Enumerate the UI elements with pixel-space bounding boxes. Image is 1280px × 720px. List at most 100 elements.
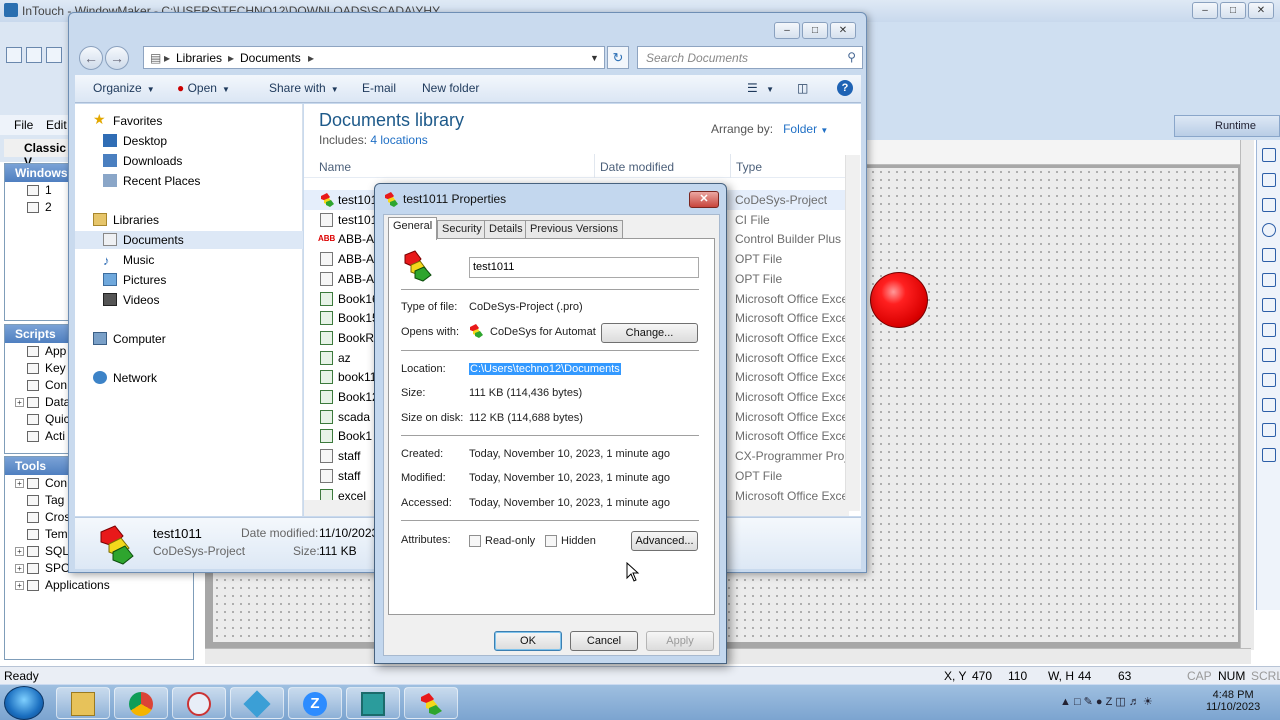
nav-favorites[interactable]: ★ Favorites [75, 111, 303, 130]
tab-previous-versions[interactable]: Previous Versions [525, 220, 624, 239]
button-tool-icon[interactable] [1261, 423, 1276, 437]
polygon-tool-icon[interactable] [1261, 323, 1276, 337]
hidden-checkbox[interactable] [545, 535, 557, 547]
expand-icon[interactable]: + [15, 398, 24, 407]
email-button[interactable]: E-mail [362, 81, 396, 95]
nav-computer[interactable]: Computer [75, 330, 303, 348]
tool-item[interactable]: + Applications [5, 577, 193, 594]
file-name-input[interactable]: test1011 [469, 257, 699, 278]
menu-file[interactable]: File [14, 118, 33, 132]
canvas-vertical-scrollbar[interactable] [1240, 140, 1254, 650]
clock[interactable]: 4:48 PM 11/10/2023 [1206, 689, 1260, 713]
new-folder-button[interactable]: New folder [422, 81, 479, 95]
menu-edit[interactable]: Edit [46, 118, 67, 132]
address-dropdown-icon[interactable]: ▼ [590, 53, 599, 63]
open-button[interactable]: ● Open ▼ [177, 81, 230, 95]
bitmap-tool-icon[interactable] [1261, 373, 1276, 387]
expand-icon[interactable]: + [15, 547, 24, 556]
ellipse-tool-icon[interactable] [1261, 223, 1276, 237]
forward-button[interactable]: → [105, 46, 129, 70]
start-button[interactable] [4, 686, 44, 720]
intouch-maximize-button[interactable]: □ [1220, 2, 1246, 19]
runtime-button[interactable]: Runtime [1174, 115, 1280, 137]
cancel-button[interactable]: Cancel [570, 631, 638, 651]
refresh-icon[interactable]: ↻ [607, 46, 629, 69]
column-type[interactable]: Type [736, 160, 762, 174]
folder-icon [71, 692, 95, 716]
line-tool-icon[interactable] [1261, 248, 1276, 262]
view-options-icon[interactable]: ☰ ▼ [747, 81, 774, 95]
hidden-label[interactable]: Hidden [561, 535, 596, 547]
clock-time: 4:48 PM [1212, 689, 1254, 701]
preview-pane-icon[interactable]: ◫ [797, 81, 808, 95]
rounded-rectangle-tool-icon[interactable] [1261, 198, 1276, 212]
readonly-label[interactable]: Read-only [485, 535, 535, 547]
size-on-disk-value: 112 KB (114,688 bytes) [469, 412, 583, 424]
tab-general[interactable]: General [388, 217, 438, 240]
classic-view-tab[interactable]: Classic V [4, 139, 68, 169]
explorer-minimize-button[interactable]: – [774, 22, 800, 39]
hv-line-tool-icon[interactable] [1261, 273, 1276, 287]
tool-icon [27, 512, 39, 523]
readonly-checkbox[interactable] [469, 535, 481, 547]
expand-icon[interactable]: + [15, 479, 24, 488]
open-window-icon[interactable] [26, 47, 42, 63]
nav-documents[interactable]: Documents [75, 231, 303, 249]
file-list-vertical-scrollbar[interactable] [845, 155, 860, 511]
advanced-button[interactable]: Advanced... [631, 531, 698, 551]
intouch-minimize-button[interactable]: – [1192, 2, 1218, 19]
system-tray[interactable]: ▲ □ ✎ ● Z ◫ ♬ ☀ [1060, 695, 1153, 708]
select-pointer-icon[interactable] [1261, 148, 1276, 162]
breadcrumb-documents[interactable]: Documents [240, 51, 301, 65]
properties-close-button[interactable]: ✕ [689, 191, 719, 208]
column-name[interactable]: Name [319, 160, 351, 174]
taskbar-windowmaker[interactable] [346, 687, 400, 719]
ok-button[interactable]: OK [494, 631, 562, 651]
tab-details[interactable]: Details [484, 220, 528, 239]
nav-videos[interactable]: Videos [75, 291, 303, 309]
change-button[interactable]: Change... [601, 323, 698, 343]
rectangle-tool-icon[interactable] [1261, 173, 1276, 187]
search-input[interactable]: Search Documents ⚲ [637, 46, 863, 69]
nav-network[interactable]: Network [75, 369, 303, 387]
trend-tool-icon[interactable] [1261, 398, 1276, 412]
nav-music[interactable]: ♪ Music [75, 251, 303, 269]
taskbar-intouch-manager[interactable] [230, 687, 284, 719]
taskbar-explorer[interactable] [56, 687, 110, 719]
nav-desktop[interactable]: Desktop [75, 132, 303, 150]
share-with-button[interactable]: Share with ▼ [269, 81, 339, 95]
nav-downloads[interactable]: Downloads [75, 152, 303, 170]
expand-icon[interactable]: + [15, 564, 24, 573]
explorer-close-button[interactable]: ✕ [830, 22, 856, 39]
taskbar-zoom[interactable]: Z [288, 687, 342, 719]
taskbar-codesys[interactable] [404, 687, 458, 719]
nav-pictures[interactable]: Pictures [75, 271, 303, 289]
tab-security[interactable]: Security [437, 220, 487, 239]
back-button[interactable]: ← [79, 46, 103, 70]
intouch-close-button[interactable]: ✕ [1248, 2, 1274, 19]
taskbar-chrome[interactable] [114, 687, 168, 719]
polyline-tool-icon[interactable] [1261, 298, 1276, 312]
red-ball-graphic[interactable] [870, 272, 928, 328]
save-window-icon[interactable] [46, 47, 62, 63]
text-tool-icon[interactable] [1261, 348, 1276, 362]
help-icon[interactable]: ? [837, 80, 853, 96]
apply-button[interactable]: Apply [646, 631, 714, 651]
nav-recent-places[interactable]: Recent Places [75, 172, 303, 190]
arrange-by-dropdown[interactable]: Folder [783, 122, 817, 136]
includes-locations-link[interactable]: 4 locations [370, 133, 427, 147]
explorer-maximize-button[interactable]: □ [802, 22, 828, 39]
location-value[interactable]: C:\Users\techno12\Documents [469, 363, 621, 375]
taskbar-snipping[interactable] [172, 687, 226, 719]
search-icon[interactable]: ⚲ [847, 50, 856, 64]
wizard-tool-icon[interactable] [1261, 448, 1276, 462]
canvas-horizontal-scrollbar[interactable] [205, 648, 1251, 664]
column-date-modified[interactable]: Date modified [600, 160, 674, 174]
new-window-icon[interactable] [6, 47, 22, 63]
nav-libraries[interactable]: Libraries [75, 211, 303, 229]
file-name: scada [338, 409, 371, 424]
breadcrumb-libraries[interactable]: Libraries [176, 51, 222, 65]
expand-icon[interactable]: + [15, 581, 24, 590]
address-bar[interactable]: ▤ ▸ Libraries ▸ Documents ▸ ▼ [143, 46, 605, 69]
organize-button[interactable]: Organize ▼ [93, 81, 155, 95]
